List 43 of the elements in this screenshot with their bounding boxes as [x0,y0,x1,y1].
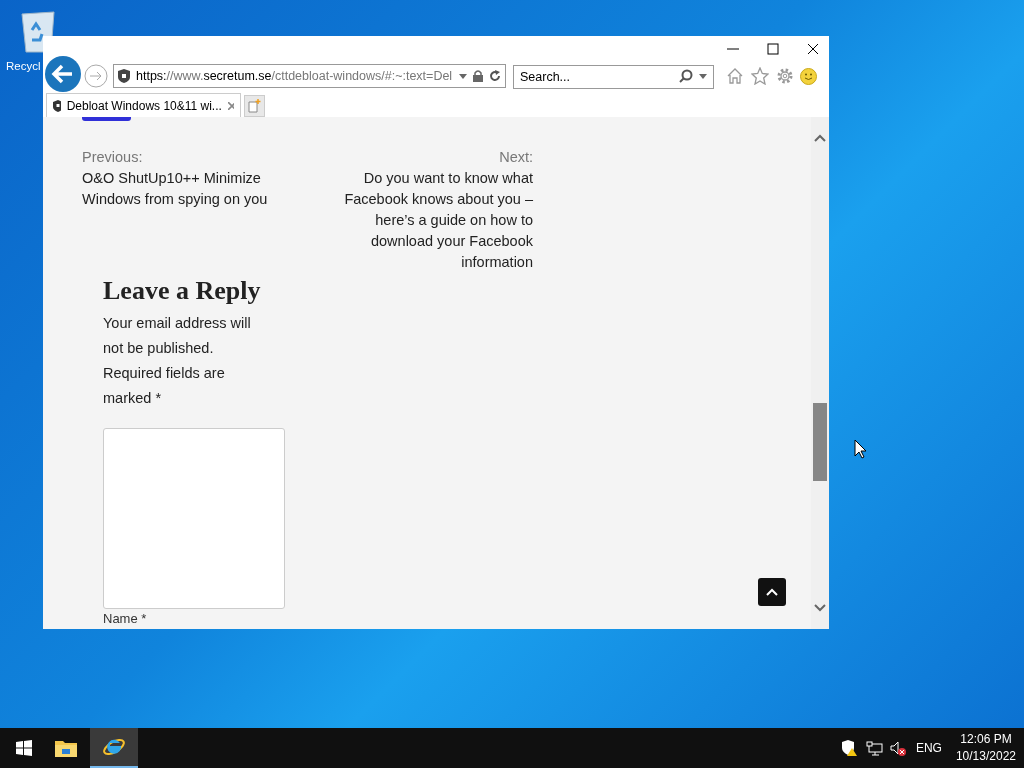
scroll-up-icon[interactable] [814,134,826,142]
scrollbar[interactable] [811,117,829,629]
scroll-thumb[interactable] [813,403,827,481]
settings-icon[interactable] [776,67,794,85]
dropdown-icon[interactable] [699,74,707,79]
url-text: https://www.secretum.se/cttdebloat-windows/#:~:text=Del [136,67,453,85]
windows-start-icon[interactable] [16,740,32,756]
dropdown-icon[interactable] [459,73,467,79]
back-to-top-button[interactable] [758,578,786,606]
language-indicator[interactable]: ENG [915,739,942,757]
smiley-icon[interactable] [800,67,817,85]
lock-icon [473,70,483,82]
browser-tab[interactable]: Debloat Windows 10&11 wi... [46,93,241,117]
next-post-link[interactable]: Do you want to know what Facebook knows about you – here’s a guide on how to download your Facebook information [318,168,533,273]
back-icon[interactable] [44,55,82,93]
close-icon[interactable] [807,43,819,55]
new-tab-icon [248,99,261,113]
desktop-icon-label: Recycl [6,59,41,74]
scroll-down-icon[interactable] [814,604,826,612]
comment-field[interactable] [103,428,285,609]
shield-icon [118,69,130,83]
next-label: Next: [499,148,533,167]
name-label: Name * [103,611,148,627]
network-icon[interactable] [865,740,883,756]
notice-text: Your email address will not be published. Required fields are marked * [103,314,252,408]
mouse-cursor-icon [854,439,867,459]
previous-label: Previous: [82,148,144,167]
search-field[interactable]: Search... [513,65,714,89]
volume-muted-icon[interactable] [889,740,906,756]
clock[interactable]: 12:06 PM 10/13/2022 [955,731,1016,765]
star-icon[interactable] [751,67,769,85]
search-icon[interactable] [679,69,693,83]
tab-title: Debloat Windows 10&11 wi... [66,97,222,115]
security-warning-icon[interactable] [840,740,857,756]
chevron-up-icon [766,588,778,596]
refresh-icon[interactable] [489,70,501,82]
address-bar[interactable]: https://www.secretum.se/cttdebloat-windows/#:~:text=Del [113,64,506,88]
reply-heading: Leave a Reply [103,275,262,307]
maximize-icon[interactable] [767,43,779,55]
previous-post-link[interactable]: O&O ShutUp10++ Minimize Windows from spying on you [82,168,297,210]
folder-icon [55,739,77,757]
shield-icon [53,99,61,112]
home-icon[interactable] [726,67,744,85]
